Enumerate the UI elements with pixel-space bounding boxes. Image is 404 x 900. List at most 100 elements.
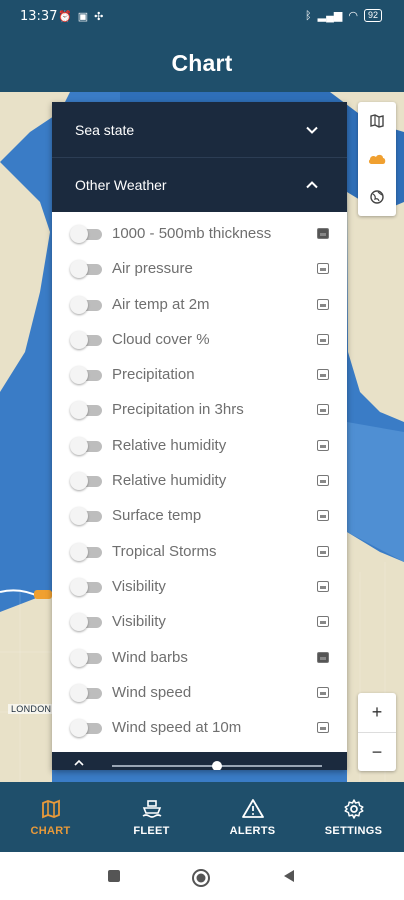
signal-icon: ▂▄▆ [317, 10, 343, 22]
battery-icon: 92 [363, 9, 382, 22]
layer-row: Wind speed at 10m [52, 710, 347, 745]
status-right-icons: ᛒ ▂▄▆ ◠ 92 [305, 9, 382, 22]
status-time: 13:37 [20, 9, 58, 24]
layer-toggle[interactable] [68, 401, 106, 420]
layer-row: Surface temp [52, 498, 347, 533]
legend-icon[interactable] [317, 545, 329, 557]
layer-toggle[interactable] [68, 225, 106, 243]
section-label: Other Weather [75, 177, 167, 193]
legend-icon[interactable] [317, 510, 329, 522]
layer-label: Cloud cover % [112, 330, 210, 348]
layer-toggle[interactable] [68, 436, 106, 455]
legend-icon[interactable] [317, 475, 329, 487]
layer-label: Precipitation in 3hrs [112, 401, 244, 419]
nav-fleet[interactable]: FLEET [101, 782, 202, 852]
layer-toggle[interactable] [68, 719, 106, 738]
layer-label: Visibility [112, 613, 166, 631]
zoom-controls: + − [358, 693, 396, 771]
layer-toggle[interactable] [68, 472, 106, 491]
layer-row: Relative humidity [52, 428, 347, 463]
page-title: Chart [171, 50, 233, 76]
layer-row: Cloud cover % [52, 322, 347, 357]
map-place-label: LONDON [8, 704, 55, 714]
image-icon[interactable] [317, 651, 329, 663]
map-icon [41, 799, 60, 818]
layer-row: Visibility [52, 604, 347, 639]
system-nav-bar [0, 852, 404, 900]
map-layer-controls [358, 102, 396, 216]
status-left-icons: ⏰ ▣ ✣ [58, 10, 103, 23]
layer-toggle[interactable] [68, 648, 106, 667]
layer-list: 1000 - 500mb thickness Air pressure Air … [52, 212, 347, 745]
layer-row: Precipitation in 3hrs [52, 392, 347, 427]
layer-toggle[interactable] [68, 507, 106, 526]
time-slider-handle[interactable] [212, 761, 222, 770]
legend-icon[interactable] [317, 333, 329, 345]
status-bar: 13:37 ⏰ ▣ ✣ ᛒ ▂▄▆ ◠ 92 [0, 0, 404, 34]
layer-row: Wind speed [52, 675, 347, 710]
panel-footer [52, 752, 347, 770]
layer-toggle[interactable] [68, 542, 106, 561]
layer-label: Wind barbs [112, 648, 188, 666]
legend-icon[interactable] [317, 722, 329, 734]
layer-label: Air temp at 2m [112, 295, 210, 313]
chevron-down-icon [306, 126, 318, 134]
image-icon[interactable] [317, 228, 329, 239]
nav-label: CHART [30, 824, 71, 837]
legend-icon[interactable] [317, 616, 329, 628]
layer-label: Relative humidity [112, 436, 227, 454]
legend-icon[interactable] [317, 404, 329, 416]
cloud-icon [368, 154, 386, 164]
warning-icon [241, 798, 264, 818]
app-notification-icon: ✣ [94, 11, 104, 23]
chevron-up-icon [306, 181, 318, 189]
legend-icon[interactable] [317, 686, 329, 698]
nav-chart[interactable]: CHART [0, 782, 101, 852]
home-button[interactable] [191, 868, 211, 888]
layer-row: Air pressure [52, 251, 347, 286]
app-bar: Chart [0, 34, 404, 92]
layer-toggle[interactable] [68, 366, 106, 385]
alarm-icon: ⏰ [58, 11, 72, 23]
legend-icon[interactable] [317, 580, 329, 592]
layer-label: Visibility [112, 577, 166, 595]
layer-row: Air temp at 2m [52, 287, 347, 322]
layer-toggle[interactable] [68, 260, 106, 279]
layer-label: Surface temp [112, 507, 202, 525]
map-style-button[interactable] [358, 102, 396, 140]
map-icon [370, 114, 384, 128]
globe-button[interactable] [358, 178, 396, 216]
layer-toggle[interactable] [68, 577, 106, 596]
weather-layers-button[interactable] [358, 140, 396, 178]
layer-row: Wind barbs [52, 640, 347, 675]
chevron-up-icon[interactable] [74, 758, 84, 768]
layer-row: Visibility [52, 569, 347, 604]
layer-label: Air pressure [112, 260, 193, 278]
layer-toggle[interactable] [68, 295, 106, 314]
legend-icon[interactable] [317, 439, 329, 451]
bluetooth-icon: ᛒ [305, 9, 312, 22]
layer-toggle[interactable] [68, 330, 106, 349]
legend-icon[interactable] [317, 298, 329, 310]
layer-label: Tropical Storms [112, 542, 217, 560]
layer-row: Precipitation [52, 357, 347, 392]
recent-apps-button[interactable] [106, 868, 122, 884]
nav-alerts[interactable]: ALERTS [202, 782, 303, 852]
layer-label: 1000 - 500mb thickness [112, 225, 272, 242]
back-button[interactable] [281, 868, 297, 884]
layer-label: Wind speed at 10m [112, 719, 242, 737]
legend-icon[interactable] [317, 263, 329, 275]
globe-icon [370, 190, 384, 204]
layer-label: Precipitation [112, 366, 195, 384]
layer-toggle[interactable] [68, 613, 106, 632]
zoom-in-button[interactable]: + [358, 693, 396, 732]
zoom-out-button[interactable]: − [358, 732, 396, 771]
layer-row: 1000 - 500mb thickness [52, 216, 347, 251]
nav-settings[interactable]: SETTINGS [303, 782, 404, 852]
section-other-weather[interactable]: Other Weather [52, 157, 347, 212]
legend-icon[interactable] [317, 369, 329, 381]
section-sea-state[interactable]: Sea state [52, 102, 347, 157]
layer-row: Relative humidity [52, 463, 347, 498]
layer-toggle[interactable] [68, 683, 106, 702]
layer-row: Tropical Storms [52, 534, 347, 569]
